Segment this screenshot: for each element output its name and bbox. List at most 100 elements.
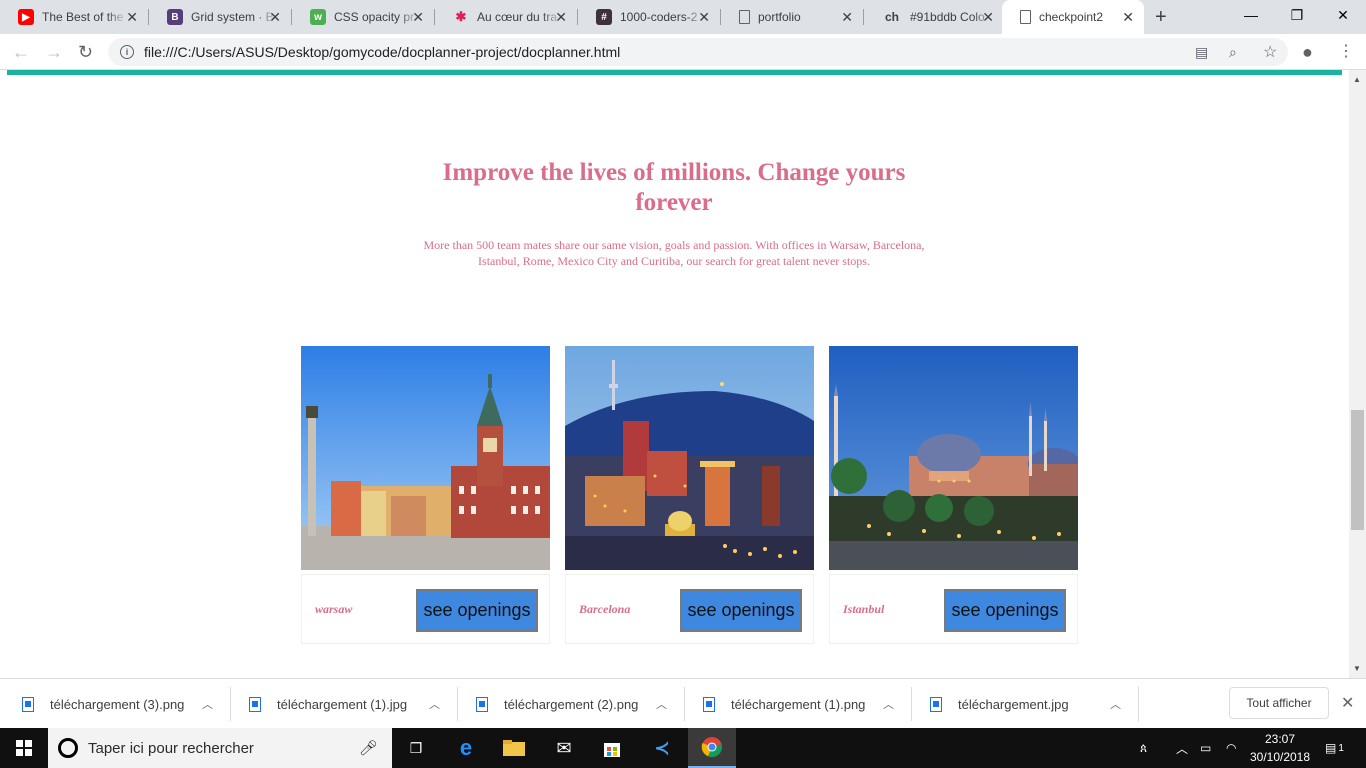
translate-icon[interactable]: ▤ (1195, 44, 1208, 61)
file-explorer-icon[interactable] (490, 728, 538, 768)
microphone-icon[interactable]: 🎤︎ (359, 739, 378, 757)
image-file-icon (930, 696, 942, 712)
warsaw-photo (301, 346, 550, 570)
people-icon[interactable]: ጰ (1140, 728, 1147, 768)
page-viewport: Improve the lives of millions. Change yo… (0, 70, 1349, 678)
city-card-warsaw: warsaw see openings (301, 346, 550, 644)
close-icon[interactable]: ✕ (1122, 10, 1134, 24)
back-icon[interactable]: ← (12, 42, 30, 62)
tab-strip: ▶ The Best of the ✕ B Grid system · B ✕ … (0, 0, 1366, 34)
page-icon (739, 10, 750, 24)
istanbul-photo (829, 346, 1078, 570)
close-icon[interactable]: ✕ (269, 10, 281, 24)
see-openings-button[interactable]: see openings (680, 589, 802, 632)
download-item[interactable]: téléchargement (2).png ︿ (476, 679, 684, 729)
tab-bootstrap[interactable]: B Grid system · B ✕ (149, 0, 291, 34)
forward-icon[interactable]: → (45, 42, 63, 62)
tab-title: checkpoint2 (1039, 10, 1104, 24)
close-icon[interactable]: ✕ (841, 10, 853, 24)
reload-icon[interactable]: ↻ (78, 42, 93, 62)
battery-icon[interactable]: ▭ (1200, 728, 1211, 768)
restore-icon[interactable]: ❐ (1274, 0, 1320, 30)
info-icon[interactable]: i (120, 45, 134, 59)
image-file-icon (249, 696, 261, 712)
tab-checkpoint2[interactable]: checkpoint2 ✕ (1002, 0, 1144, 34)
download-item[interactable]: téléchargement (1).png ︿ (703, 679, 911, 729)
card-footer: Istanbul see openings (829, 574, 1078, 644)
chevron-up-icon[interactable]: ︿ (1176, 728, 1188, 768)
tab-title: 1000-coders-2 (620, 10, 698, 24)
mail-icon[interactable]: ✉ (540, 728, 588, 768)
tab-w3schools[interactable]: w CSS opacity pr ✕ (292, 0, 434, 34)
scroll-down-icon[interactable]: ▼ (1353, 664, 1361, 673)
clock-date: 30/10/2018 (1249, 750, 1311, 764)
edge-icon[interactable]: e (442, 728, 490, 768)
download-item[interactable]: téléchargement.jpg ︿ (930, 679, 1138, 729)
header-accent-bar (7, 70, 1342, 75)
tab-title: Grid system · B (191, 10, 274, 24)
download-item[interactable]: téléchargement (3).png ︿ (22, 679, 230, 729)
close-icon[interactable]: ✕ (1341, 693, 1354, 713)
downloads-bar: téléchargement (3).png ︿ téléchargement … (0, 678, 1366, 728)
see-openings-button[interactable]: see openings (944, 589, 1066, 632)
scroll-up-icon[interactable]: ▲ (1353, 75, 1361, 84)
tab-youtube[interactable]: ▶ The Best of the ✕ (0, 0, 148, 34)
account-icon[interactable]: ● (1302, 42, 1313, 62)
window-close-icon[interactable]: ✕ (1320, 0, 1366, 30)
cortana-icon (58, 738, 78, 758)
tab-title: portfolio (758, 10, 801, 24)
close-icon[interactable]: ✕ (982, 10, 994, 24)
w3schools-icon: w (310, 9, 326, 25)
city-name: warsaw (315, 602, 353, 616)
vscode-icon[interactable]: ≺ (638, 728, 686, 768)
scrollbar-thumb[interactable] (1351, 410, 1364, 530)
store-icon[interactable] (588, 728, 636, 768)
barcelona-photo (565, 346, 814, 570)
tab-portfolio[interactable]: portfolio ✕ (721, 0, 863, 34)
minimize-icon[interactable]: — (1228, 0, 1274, 30)
tab-title: CSS opacity pr (334, 10, 415, 24)
city-card-istanbul: Istanbul see openings (829, 346, 1078, 644)
windows-start-icon[interactable] (0, 728, 48, 768)
page-scrollbar[interactable]: ▲ ▼ (1349, 70, 1366, 678)
system-clock[interactable]: 23:07 30/10/2018 (1248, 730, 1312, 766)
close-icon[interactable]: ✕ (126, 10, 138, 24)
url-text: file:///C:/Users/ASUS/Desktop/gomycode/d… (144, 44, 621, 60)
wifi-icon[interactable]: ◠ (1226, 728, 1236, 768)
card-footer: warsaw see openings (301, 574, 550, 644)
star-icon[interactable]: ☆ (1263, 42, 1277, 62)
chevron-up-icon[interactable]: ︿ (202, 696, 213, 712)
image-file-icon (22, 696, 34, 712)
taskbar-search[interactable]: Taper ici pour rechercher 🎤︎ (48, 728, 392, 768)
city-name: Istanbul (843, 602, 885, 616)
see-openings-button[interactable]: see openings (416, 589, 538, 632)
close-icon[interactable]: ✕ (698, 10, 710, 24)
download-filename: téléchargement (2).png (504, 696, 639, 712)
tab-title: Au cœur du tra (477, 10, 558, 24)
menu-icon[interactable]: ⋮ (1338, 42, 1354, 62)
chevron-up-icon[interactable]: ︿ (1110, 696, 1121, 712)
notifications-icon[interactable]: ▤ 1 (1325, 728, 1344, 768)
image-file-icon (703, 696, 715, 712)
download-item[interactable]: téléchargement (1).jpg ︿ (249, 679, 457, 729)
youtube-icon: ▶ (18, 9, 34, 25)
image-file-icon (476, 696, 488, 712)
close-icon[interactable]: ✕ (412, 10, 424, 24)
chevron-up-icon[interactable]: ︿ (429, 696, 440, 712)
chevron-up-icon[interactable]: ︿ (656, 696, 667, 712)
tab-channel[interactable]: # 1000-coders-2 ✕ (578, 0, 720, 34)
channel-hash-icon: # (596, 9, 612, 25)
tab-colorhexa[interactable]: ch #91bddb Colo ✕ (864, 0, 1004, 34)
tab-slack[interactable]: ✱ Au cœur du tra ✕ (435, 0, 577, 34)
chevron-up-icon[interactable]: ︿ (883, 696, 894, 712)
show-all-downloads-button[interactable]: Tout afficher (1229, 687, 1329, 719)
chrome-icon[interactable] (688, 728, 736, 768)
zoom-icon[interactable]: ⌕ (1229, 44, 1237, 61)
task-view-icon[interactable]: ❒ (392, 728, 440, 768)
colorhexa-icon: ch (884, 10, 899, 24)
new-tab-icon[interactable]: + (1155, 6, 1167, 29)
download-filename: téléchargement (1).png (731, 696, 866, 712)
card-footer: Barcelona see openings (565, 574, 814, 644)
close-icon[interactable]: ✕ (555, 10, 567, 24)
address-bar[interactable]: i file:///C:/Users/ASUS/Desktop/gomycode… (108, 38, 1288, 66)
